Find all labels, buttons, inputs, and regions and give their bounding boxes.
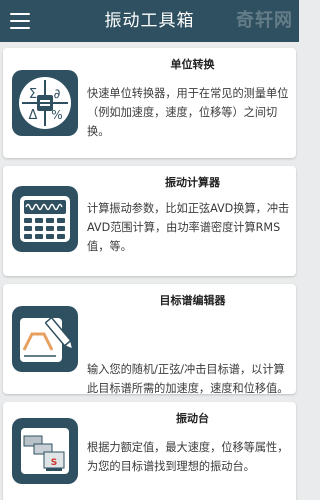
card-description: 输入您的随机/正弦/冲击目标谱，以计算此目标谱所需的加速度，速度和位移值。 xyxy=(87,363,289,395)
card-title: 目标谱编辑器 xyxy=(159,294,226,307)
symbol-delta: Δ xyxy=(29,108,38,123)
card-title: 振动台 xyxy=(176,412,209,425)
shaker-table-card[interactable]: 振动台 S 根据力额定值，最大速度，位移等属性，为您的目标谱找到理想的振动台。 xyxy=(3,402,296,500)
app-bar: 振动工具箱 奇轩网 xyxy=(0,0,299,42)
card-description: 根据力额定值，最大速度，位移等属性，为您的目标谱找到理想的振动台。 xyxy=(87,441,289,473)
target-spectrum-editor-card[interactable]: 目标谱编辑器 输入您的随机/正弦/冲击目标谱，以计算此目标谱所需的加速度，速度和… xyxy=(3,284,296,395)
card-title: 振动计算器 xyxy=(165,176,220,189)
unit-converter-icon: Σ ∂ Δ % xyxy=(12,70,78,136)
vibration-calculator-card[interactable]: 振动计算器 计算振动参数，比如正弦AVD换算，冲击AVD范围计算，由功率谱密度计… xyxy=(3,166,296,276)
shaker-table-icon: S xyxy=(12,418,78,484)
card-description: 快速单位转换器，用于在常见的测量单位（例如加速度，速度，位移等）之间切换。 xyxy=(87,87,289,138)
unit-converter-card[interactable]: 单位转换 Σ ∂ Δ % 快速单位转换器，用于在常见的测量单位（例如加速度，速度… xyxy=(3,48,296,158)
target-spectrum-editor-icon xyxy=(12,306,78,372)
symbol-percent: % xyxy=(51,108,62,122)
watermark-text: 奇轩网 xyxy=(236,10,293,31)
svg-text:S: S xyxy=(51,458,57,468)
card-title: 单位转换 xyxy=(170,58,215,71)
symbol-sigma: Σ xyxy=(29,87,37,102)
vibration-calculator-icon xyxy=(12,186,78,252)
card-description: 计算振动参数，比如正弦AVD换算，冲击AVD范围计算，由功率谱密度计算RMS值，… xyxy=(87,202,290,253)
symbol-partial: ∂ xyxy=(54,87,61,102)
